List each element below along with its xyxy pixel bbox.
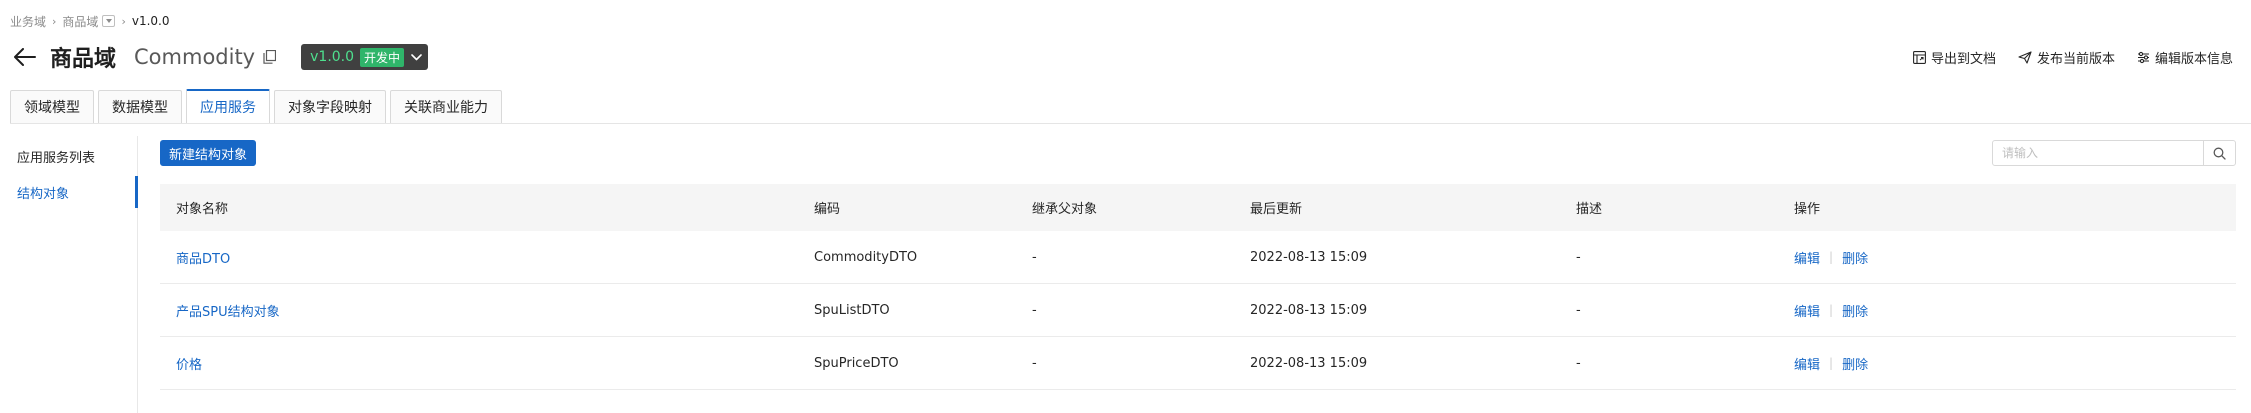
tab-object-field-mapping[interactable]: 对象字段映射	[274, 90, 386, 123]
object-name-link[interactable]: 商品DTO	[176, 252, 230, 267]
delete-button[interactable]: 删除	[1842, 354, 1868, 373]
object-name-link[interactable]: 产品SPU结构对象	[176, 305, 280, 320]
header-actions: 导出到文档 发布当前版本 编辑版本信息	[1913, 47, 2251, 67]
object-code: CommodityDTO	[814, 249, 918, 265]
column-header-updated: 最后更新	[1250, 202, 1303, 217]
status-badge: 开发中	[360, 47, 405, 67]
action-divider: |	[1829, 250, 1834, 264]
search-icon	[2213, 147, 2226, 160]
object-description: -	[1576, 355, 1581, 371]
edit-version-label: 编辑版本信息	[2154, 51, 2233, 67]
chevron-right-icon: ›	[52, 14, 57, 28]
object-description: -	[1576, 302, 1581, 318]
version-label: v1.0.0	[310, 49, 355, 65]
export-doc-button[interactable]: 导出到文档	[1913, 48, 1996, 67]
publish-version-label: 发布当前版本	[2036, 51, 2115, 67]
delete-button[interactable]: 删除	[1842, 301, 1868, 320]
column-header-description: 描述	[1576, 202, 1603, 217]
sidebar-item-struct-objects[interactable]: 结构对象	[0, 176, 138, 208]
tab-data-model[interactable]: 数据模型	[98, 90, 182, 123]
dropdown-icon[interactable]	[102, 15, 116, 27]
table-row: 商品DTO CommodityDTO - 2022-08-13 15:09 - …	[160, 231, 2236, 284]
object-updated: 2022-08-13 15:09	[1250, 249, 1368, 265]
search-box	[1992, 140, 2236, 166]
export-doc-icon	[1913, 50, 1926, 64]
settings-icon	[2137, 51, 2149, 63]
object-parent: -	[1032, 249, 1037, 265]
sidebar: 应用服务列表 结构对象	[0, 136, 138, 413]
breadcrumb: 业务域 › 商品域 › v1.0.0	[10, 12, 169, 30]
object-code: SpuListDTO	[814, 302, 890, 318]
action-divider: |	[1829, 303, 1834, 317]
object-code: SpuPriceDTO	[814, 355, 899, 371]
column-header-name: 对象名称	[176, 202, 229, 217]
object-updated: 2022-08-13 15:09	[1250, 355, 1368, 371]
copy-icon[interactable]	[263, 49, 279, 65]
chevron-right-icon: ›	[121, 14, 126, 28]
object-parent: -	[1032, 355, 1037, 371]
tabs-divider	[10, 123, 2251, 124]
edit-button[interactable]: 编辑	[1794, 248, 1820, 267]
new-struct-object-button[interactable]: 新建结构对象	[160, 140, 257, 166]
tab-application-service[interactable]: 应用服务	[186, 89, 270, 123]
edit-button[interactable]: 编辑	[1794, 301, 1820, 320]
breadcrumb-item-business-domain[interactable]: 业务域	[10, 13, 46, 30]
struct-objects-table: 对象名称 编码 继承父对象 最后更新 描述 操作 商品DTO Commodity…	[160, 184, 2236, 390]
domain-code: Commodity	[134, 45, 256, 69]
publish-version-button[interactable]: 发布当前版本	[2018, 48, 2115, 67]
breadcrumb-item-version: v1.0.0	[131, 14, 170, 28]
edit-button[interactable]: 编辑	[1794, 354, 1820, 373]
title-row: 商品域 Commodity v1.0.0 开发中	[14, 42, 429, 72]
arrow-left-icon[interactable]	[14, 45, 38, 69]
tab-domain-model[interactable]: 领域模型	[10, 90, 94, 123]
tab-business-capability[interactable]: 关联商业能力	[390, 90, 502, 123]
version-selector[interactable]: v1.0.0 开发中	[301, 44, 429, 70]
object-updated: 2022-08-13 15:09	[1250, 302, 1368, 318]
table-row: 产品SPU结构对象 SpuListDTO - 2022-08-13 15:09 …	[160, 284, 2236, 337]
object-description: -	[1576, 249, 1581, 265]
object-parent: -	[1032, 302, 1037, 318]
table-row: 价格 SpuPriceDTO - 2022-08-13 15:09 - 编辑 |…	[160, 337, 2236, 390]
column-header-actions: 操作	[1794, 202, 1821, 217]
column-header-parent: 继承父对象	[1032, 202, 1098, 217]
chevron-down-icon	[411, 53, 422, 61]
action-divider: |	[1829, 356, 1834, 370]
column-header-code: 编码	[814, 202, 841, 217]
sidebar-item-service-list[interactable]: 应用服务列表	[0, 140, 137, 172]
delete-button[interactable]: 删除	[1842, 248, 1868, 267]
breadcrumb-item-commodity-domain[interactable]: 商品域	[62, 13, 98, 30]
send-icon	[2018, 50, 2032, 64]
page-title: 商品域	[50, 47, 117, 72]
table-header: 对象名称 编码 继承父对象 最后更新 描述 操作	[160, 184, 2236, 231]
export-doc-label: 导出到文档	[1930, 51, 1996, 67]
object-name-link[interactable]: 价格	[176, 358, 202, 373]
search-button[interactable]	[2203, 141, 2235, 165]
main-tabs: 领域模型 数据模型 应用服务 对象字段映射 关联商业能力	[10, 89, 506, 123]
edit-version-button[interactable]: 编辑版本信息	[2137, 48, 2233, 67]
search-input[interactable]	[1993, 141, 2203, 165]
